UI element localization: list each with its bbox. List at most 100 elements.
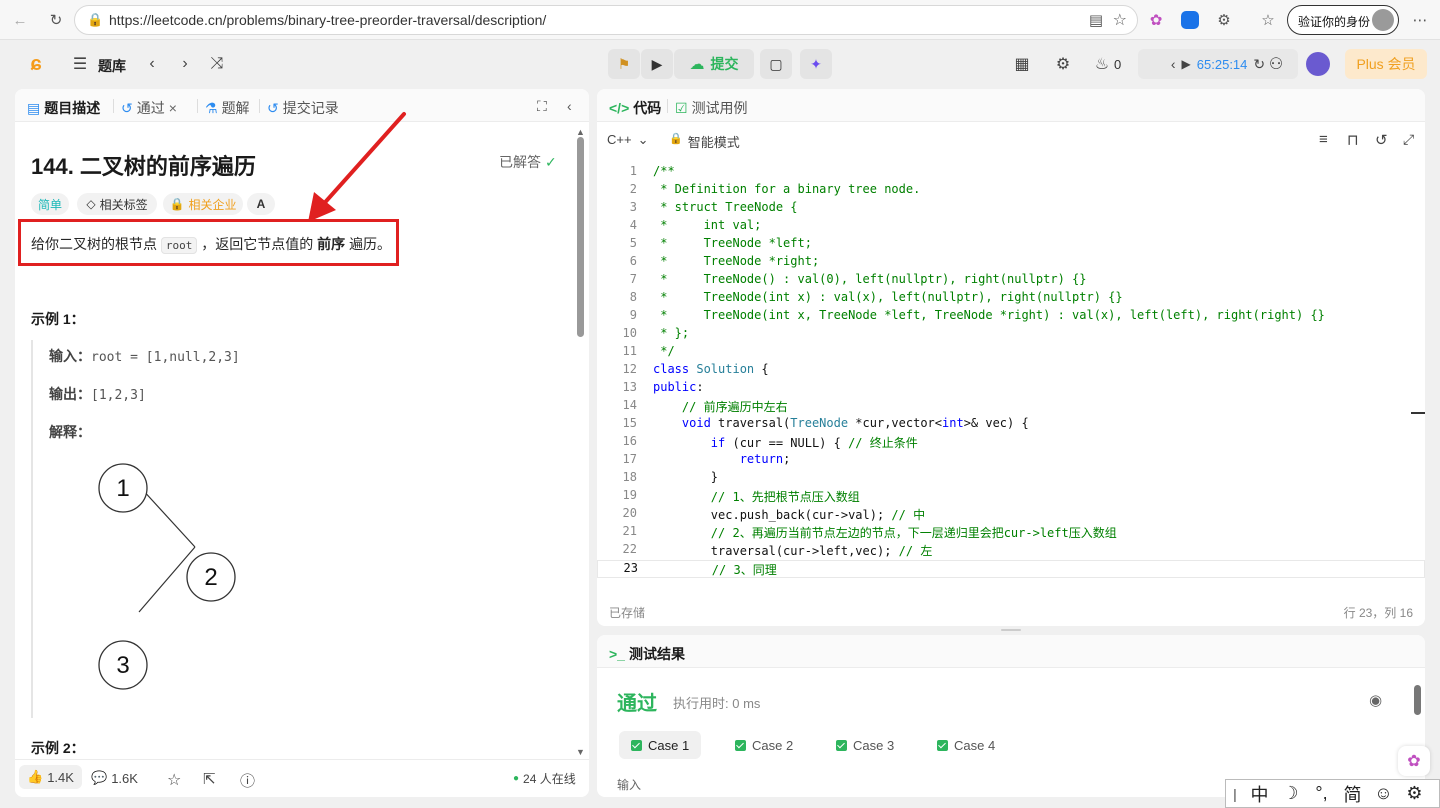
- scrollbar-thumb[interactable]: [577, 137, 584, 337]
- prev-problem-icon[interactable]: ‹: [142, 54, 162, 74]
- related-tags-chip[interactable]: ◇ 相关标签: [77, 193, 157, 215]
- code-line[interactable]: 13 public:: [597, 380, 1425, 398]
- ime-chinese-mode[interactable]: 中: [1244, 781, 1275, 807]
- ime-punctuation[interactable]: °,: [1306, 783, 1337, 804]
- format-icon[interactable]: ≡: [1319, 131, 1328, 148]
- code-line[interactable]: 15 void traversal(TreeNode *cur,vector<i…: [597, 416, 1425, 434]
- extension-blue-icon[interactable]: [1178, 8, 1202, 32]
- problem-bank-link[interactable]: 题库: [98, 56, 126, 76]
- add-friend-icon[interactable]: ⚇: [1266, 54, 1286, 74]
- random-problem-icon[interactable]: ⤨: [207, 54, 227, 74]
- tab-testcase-label: 测试用例: [691, 100, 748, 116]
- list-icon[interactable]: ☰: [70, 54, 90, 74]
- difficulty-badge[interactable]: 简单: [31, 193, 69, 215]
- settings-icon[interactable]: ⚙: [1053, 54, 1073, 74]
- tab-solutions[interactable]: ⚗ 题解: [205, 98, 250, 118]
- comments-button[interactable]: 💬 1.6K: [91, 770, 138, 786]
- debug-button[interactable]: ⚑: [608, 49, 640, 79]
- ime-emoji-icon[interactable]: ☺: [1368, 783, 1399, 804]
- collapse-panel-icon[interactable]: ‹: [567, 98, 572, 114]
- tab-description[interactable]: ▤ 题目描述: [27, 98, 100, 118]
- profile-button[interactable]: 验证你的身份: [1287, 5, 1399, 35]
- code-line[interactable]: 9 * TreeNode(int x, TreeNode *left, Tree…: [597, 308, 1425, 326]
- fullscreen-icon[interactable]: ⤢: [1403, 131, 1414, 148]
- ime-simplified[interactable]: 简: [1337, 781, 1368, 807]
- code-editor[interactable]: 1 /** 2 * Definition for a binary tree nod…: [597, 164, 1425, 584]
- favorite-icon[interactable]: ☆: [167, 770, 181, 790]
- ime-moon-icon[interactable]: ☽: [1275, 783, 1306, 804]
- code-line[interactable]: 10 * };: [597, 326, 1425, 344]
- scroll-up-icon[interactable]: ▲: [576, 127, 585, 137]
- streak-flame-icon[interactable]: ♨: [1092, 54, 1112, 74]
- timer-play-icon[interactable]: ▶: [1182, 57, 1191, 71]
- code-line[interactable]: 11 */: [597, 344, 1425, 362]
- leetcode-logo-icon[interactable]: ɕ: [24, 52, 48, 76]
- language-select[interactable]: C++ ⌄: [607, 132, 648, 148]
- more-menu-icon[interactable]: ⋯: [1408, 8, 1432, 32]
- code-line[interactable]: 23 // 3、同理: [597, 560, 1425, 578]
- plus-membership-button[interactable]: Plus 会员: [1345, 49, 1427, 79]
- tab-code[interactable]: </> 代码: [609, 98, 661, 118]
- tab-accepted[interactable]: ↺ 通过 ×: [121, 98, 177, 118]
- code-line[interactable]: 20 vec.push_back(cur->val); // 中: [597, 506, 1425, 524]
- favorite-star-icon[interactable]: ☆: [1113, 10, 1127, 30]
- case-tab-2[interactable]: Case 2: [723, 731, 805, 759]
- help-icon[interactable]: ⓘ: [240, 770, 255, 791]
- code-line[interactable]: 8 * TreeNode(int x) : val(x), left(nullp…: [597, 290, 1425, 308]
- code-line[interactable]: 3 * struct TreeNode {: [597, 200, 1425, 218]
- code-line[interactable]: 7 * TreeNode() : val(0), left(nullptr), …: [597, 272, 1425, 290]
- code-line[interactable]: 4 * int val;: [597, 218, 1425, 236]
- note-button[interactable]: ▢: [760, 49, 792, 79]
- assistant-float-icon[interactable]: ✿: [1398, 746, 1430, 776]
- ime-settings-icon[interactable]: ⚙: [1399, 783, 1430, 804]
- code-line[interactable]: 19 // 1、先把根节点压入数组: [597, 488, 1425, 506]
- tab-testcase[interactable]: ☑ 测试用例: [675, 98, 748, 118]
- ime-handle-icon[interactable]: |: [1226, 786, 1244, 802]
- translate-chip[interactable]: A: [247, 193, 275, 215]
- code-line[interactable]: 12 class Solution {: [597, 362, 1425, 380]
- code-line[interactable]: 21 // 2、再遍历当前节点左边的节点，下一层递归里会把cur->left压入…: [597, 524, 1425, 542]
- code-line[interactable]: 2 * Definition for a binary tree node.: [597, 182, 1425, 200]
- case-tab-1[interactable]: Case 1: [619, 731, 702, 759]
- code-line[interactable]: 17 return;: [597, 452, 1425, 470]
- code-line[interactable]: 22 traversal(cur->left,vec); // 左: [597, 542, 1425, 560]
- back-icon[interactable]: ←: [8, 8, 32, 32]
- extensions-puzzle-icon[interactable]: ⚙: [1212, 8, 1236, 32]
- code-line[interactable]: 18 }: [597, 470, 1425, 488]
- timer-reset-icon[interactable]: ↻: [1253, 56, 1265, 73]
- run-button[interactable]: ▶: [641, 49, 673, 79]
- reload-icon[interactable]: ↻: [44, 8, 68, 32]
- code-line[interactable]: 14 // 前序遍历中左右: [597, 398, 1425, 416]
- case-tab-4[interactable]: Case 4: [925, 731, 1007, 759]
- reader-icon[interactable]: ▤: [1089, 11, 1103, 29]
- tab-description-label: 题目描述: [44, 100, 101, 116]
- next-problem-icon[interactable]: ›: [175, 54, 195, 74]
- bookmark-icon[interactable]: ⊓: [1347, 131, 1359, 149]
- smart-mode-toggle[interactable]: 🔒 智能模式: [669, 132, 740, 151]
- expand-icon[interactable]: ⛶: [537, 98, 547, 115]
- layout-icon[interactable]: ▦: [1012, 54, 1032, 74]
- url-text[interactable]: https://leetcode.cn/problems/binary-tree…: [109, 12, 546, 28]
- brain-extension-icon[interactable]: ✿: [1144, 8, 1168, 32]
- ai-button[interactable]: ✦: [800, 49, 832, 79]
- code-line[interactable]: 16 if (cur == NULL) { // 终止条件: [597, 434, 1425, 452]
- case-tab-3[interactable]: Case 3: [824, 731, 906, 759]
- user-avatar[interactable]: [1306, 52, 1330, 76]
- share-icon[interactable]: ⇱: [203, 770, 216, 788]
- related-companies-chip[interactable]: 🔒 相关企业: [163, 193, 243, 215]
- close-tab-icon[interactable]: ×: [169, 100, 177, 116]
- tab-test-result[interactable]: >_ 测试结果: [609, 644, 685, 664]
- result-scrollbar[interactable]: [1414, 685, 1421, 715]
- scroll-down-icon[interactable]: ▼: [576, 747, 585, 757]
- address-bar[interactable]: 🔒 https://leetcode.cn/problems/binary-tr…: [74, 5, 1138, 35]
- reset-icon[interactable]: ↺: [1375, 131, 1388, 149]
- panel-resize-handle[interactable]: [1001, 629, 1021, 631]
- timer-prev-icon[interactable]: ‹: [1171, 56, 1176, 72]
- code-line[interactable]: 1 /**: [597, 164, 1425, 182]
- like-button[interactable]: 👍 1.4K: [19, 765, 82, 789]
- code-line[interactable]: 6 * TreeNode *right;: [597, 254, 1425, 272]
- eye-icon[interactable]: ◉: [1369, 691, 1382, 709]
- favorites-icon[interactable]: ☆: [1256, 8, 1280, 32]
- submit-button[interactable]: ☁ 提交: [674, 49, 754, 79]
- code-line[interactable]: 5 * TreeNode *left;: [597, 236, 1425, 254]
